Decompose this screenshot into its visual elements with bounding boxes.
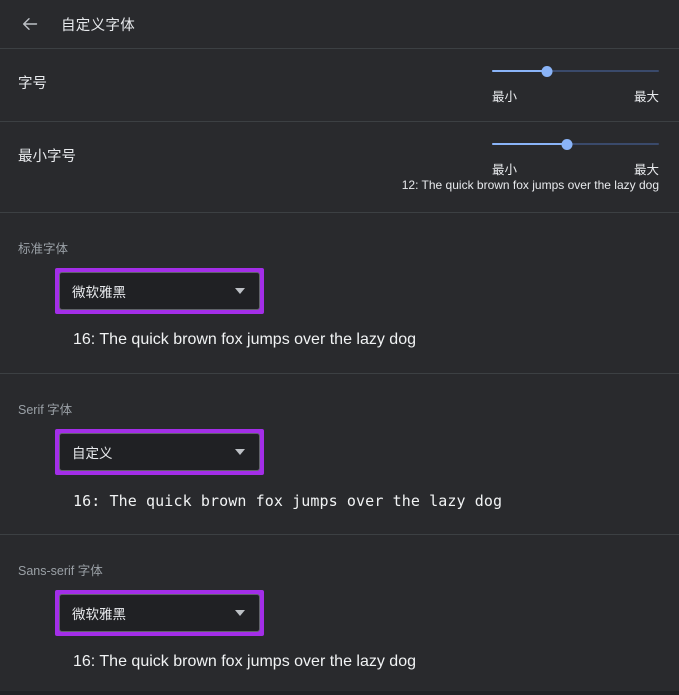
minimum-font-size-row: 最小字号 最小 最大 12: The quick brown fox jumps… (0, 121, 679, 212)
back-arrow-icon[interactable] (16, 10, 44, 38)
custom-fonts-page: 自定义字体 字号 最小 最大 最小字号 最小 最大 12: The quick … (0, 0, 679, 691)
sans-serif-font-section: Sans-serif 字体 微软雅黑 16: The quick brown f… (0, 534, 679, 695)
page-title: 自定义字体 (61, 17, 135, 34)
chevron-down-icon[interactable] (235, 449, 245, 455)
serif-font-select[interactable]: 自定义 (59, 433, 260, 471)
slider-thumb[interactable] (561, 138, 573, 150)
minimum-font-size-preview: 12: The quick brown fox jumps over the l… (401, 178, 659, 192)
font-size-min-label: 最小 (492, 90, 518, 104)
slider-track-filled (492, 70, 548, 72)
standard-font-select-highlight: 微软雅黑 (55, 268, 264, 314)
minimum-font-size-min-label: 最小 (492, 163, 518, 177)
minimum-font-size-slider[interactable]: 最小 最大 (492, 122, 659, 178)
chevron-down-icon[interactable] (235, 288, 245, 294)
slider-thumb[interactable] (541, 65, 553, 77)
font-size-slider[interactable]: 最小 最大 (492, 49, 659, 105)
standard-font-label: 标准字体 (18, 242, 69, 256)
serif-font-selected-value: 自定义 (72, 446, 113, 461)
page-header: 自定义字体 (0, 0, 679, 48)
slider-track-filled (492, 143, 568, 145)
serif-font-section: Serif 字体 自定义 16: The quick brown fox jum… (0, 373, 679, 534)
serif-font-label: Serif 字体 (18, 403, 73, 417)
minimum-font-size-label: 最小字号 (18, 149, 76, 165)
sans-serif-font-select[interactable]: 微软雅黑 (59, 594, 260, 632)
font-size-row: 字号 最小 最大 (0, 48, 679, 121)
standard-font-select[interactable]: 微软雅黑 (59, 272, 260, 310)
font-size-slider-endpoints: 最小 最大 (492, 86, 659, 105)
sans-serif-font-selected-value: 微软雅黑 (72, 607, 126, 622)
standard-font-section: 标准字体 微软雅黑 16: The quick brown fox jumps … (0, 212, 679, 373)
minimum-font-size-max-label: 最大 (633, 163, 659, 177)
serif-font-preview: 16: The quick brown fox jumps over the l… (73, 492, 503, 510)
chevron-down-icon[interactable] (235, 610, 245, 616)
serif-font-select-highlight: 自定义 (55, 429, 264, 475)
minimum-font-size-slider-track[interactable] (492, 136, 659, 152)
sans-serif-font-label: Sans-serif 字体 (18, 564, 103, 578)
standard-font-preview: 16: The quick brown fox jumps over the l… (73, 331, 416, 348)
sans-serif-font-preview: 16: The quick brown fox jumps over the l… (73, 653, 416, 670)
font-size-max-label: 最大 (633, 90, 659, 104)
font-size-slider-track[interactable] (492, 63, 659, 79)
sans-serif-font-select-highlight: 微软雅黑 (55, 590, 264, 636)
standard-font-selected-value: 微软雅黑 (72, 285, 126, 300)
minimum-font-size-slider-endpoints: 最小 最大 (492, 159, 659, 178)
font-size-label: 字号 (18, 76, 47, 92)
